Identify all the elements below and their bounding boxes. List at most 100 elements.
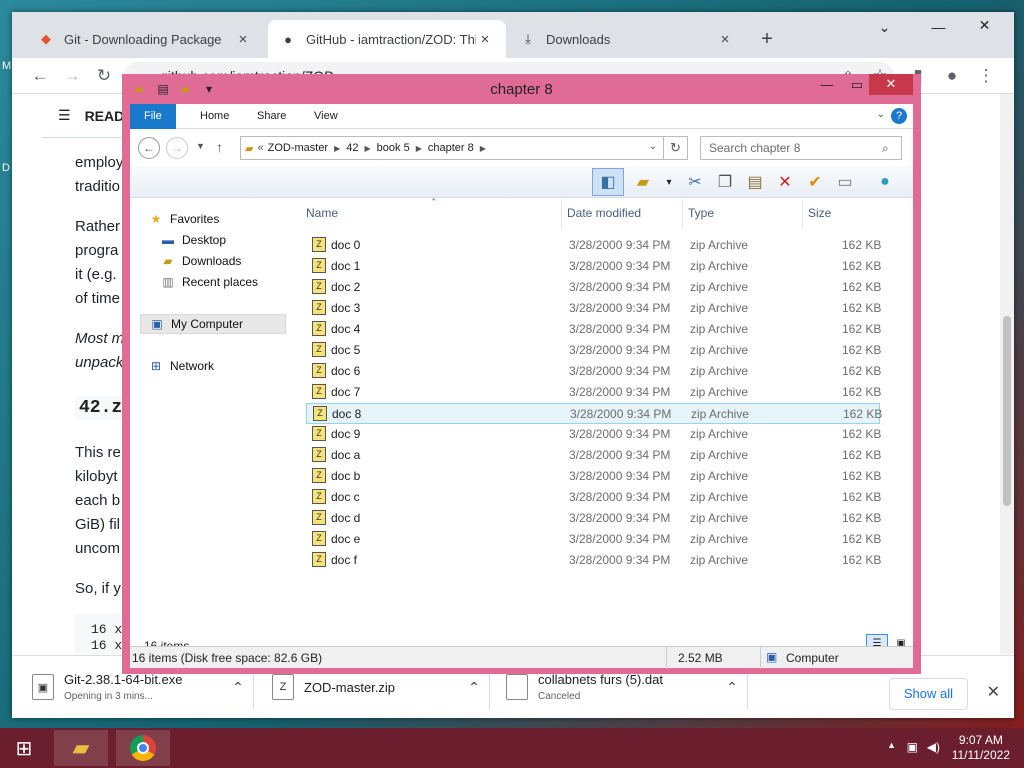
tab-home[interactable]: Home [186,104,243,129]
nav-desktop[interactable]: ▬ Desktop [160,230,226,250]
file-row[interactable]: Zdoc 5 3/28/2000 9:34 PM zip Archive 162 KB [306,340,881,361]
back-button[interactable]: ← [138,137,160,159]
tab-git-download[interactable]: ◆ Git - Downloading Package × [26,20,264,58]
preview-pane-icon[interactable]: ◧ [592,168,624,196]
reload-button[interactable]: ↻ [92,64,116,88]
overflow-icon[interactable]: « [257,142,263,154]
menu-icon[interactable]: ⋮ [974,64,998,88]
column-header-date[interactable]: Date modified [567,206,641,220]
chevron-right-icon[interactable]: ▶ [365,144,371,153]
minimize-button[interactable]: — [916,12,961,42]
file-row[interactable]: Zdoc 3 3/28/2000 9:34 PM zip Archive 162 KB [306,298,881,319]
checkmark-icon[interactable]: ✔ [802,170,828,194]
file-explorer-taskbar-button[interactable]: ▰ [54,730,108,766]
chrome-taskbar-button[interactable] [116,730,170,766]
file-row[interactable]: Zdoc 6 3/28/2000 9:34 PM zip Archive 162 KB [306,361,881,382]
column-header-type[interactable]: Type [688,206,714,220]
close-button[interactable]: ✕ [869,74,913,95]
cut-icon[interactable]: ✂ [682,170,708,194]
file-row[interactable]: Zdoc 9 3/28/2000 9:34 PM zip Archive 162 KB [306,424,881,445]
tab-file[interactable]: File [130,104,176,129]
nav-my-computer[interactable]: ▣ My Computer [140,314,286,334]
network-status-icon[interactable]: ▣ [907,740,918,754]
file-row[interactable]: Zdoc 2 3/28/2000 9:34 PM zip Archive 162 KB [306,277,881,298]
chevron-up-icon[interactable]: ⌃ [223,679,253,696]
customize-quick-access-icon[interactable]: ▾ [202,81,216,97]
column-header-name[interactable]: Name [306,206,338,220]
profile-avatar[interactable]: ● [940,64,964,88]
help-icon[interactable]: ? [891,108,907,124]
chevron-down-icon[interactable]: ⌄ [649,141,657,152]
close-icon[interactable]: × [716,31,734,48]
forward-button[interactable]: → [166,137,188,159]
tab-downloads[interactable]: ⤓ Downloads × [508,20,746,58]
maximize-button[interactable]: ▭ [842,74,872,96]
new-folder-icon[interactable]: ▰ [178,81,192,97]
forward-button[interactable]: → [60,64,84,88]
refresh-button[interactable]: ↻ [664,136,688,160]
delete-icon[interactable]: ✕ [772,170,798,194]
breadcrumb-item[interactable]: book 5 [377,142,410,154]
tab-github[interactable]: ● GitHub - iamtraction/ZOD: This i × [268,20,506,58]
file-row[interactable]: Zdoc b 3/28/2000 9:34 PM zip Archive 162 KB [306,466,881,487]
tab-view[interactable]: View [300,104,352,129]
rename-icon[interactable]: ▭ [832,170,858,194]
nav-downloads[interactable]: ▰ Downloads [160,251,241,271]
up-arrow-icon[interactable]: ↑ [216,139,223,155]
column-divider[interactable] [561,199,562,229]
file-row[interactable]: Zdoc 0 3/28/2000 9:34 PM zip Archive 162 KB [306,235,881,256]
file-row[interactable]: Zdoc 7 3/28/2000 9:34 PM zip Archive 162 KB [306,382,881,403]
nav-recent-places[interactable]: ▥ Recent places [160,272,258,292]
close-icon[interactable]: × [234,31,252,48]
chevron-up-icon[interactable]: ⌃ [459,679,489,696]
breadcrumb-item[interactable]: ZOD-master [268,142,329,154]
file-row[interactable]: Zdoc c 3/28/2000 9:34 PM zip Archive 162 KB [306,487,881,508]
tab-search-icon[interactable]: ⌄ [862,12,907,42]
close-icon[interactable]: × [476,31,494,48]
chevron-up-icon[interactable]: ⌃ [717,679,747,696]
search-icon[interactable]: ⌕ [882,141,889,156]
breadcrumb-item[interactable]: chapter 8 [428,142,474,154]
paste-icon[interactable]: ▤ [742,170,768,194]
column-header-size[interactable]: Size [808,206,831,220]
file-row[interactable]: Zdoc 8 3/28/2000 9:34 PM zip Archive 162 KB [306,403,882,424]
page-scrollbar[interactable] [1000,94,1014,654]
file-row[interactable]: Zdoc f 3/28/2000 9:34 PM zip Archive 162 KB [306,550,881,571]
tab-share[interactable]: Share [243,104,300,129]
show-all-button[interactable]: Show all [888,678,968,710]
nav-network[interactable]: ⊞ Network [148,356,214,376]
file-row[interactable]: Zdoc d 3/28/2000 9:34 PM zip Archive 162 KB [306,508,881,529]
search-input[interactable]: Search chapter 8 [700,136,902,160]
file-row[interactable]: Zdoc e 3/28/2000 9:34 PM zip Archive 162 KB [306,529,881,550]
chevron-down-icon[interactable]: ▾ [656,170,682,194]
breadcrumb-item[interactable]: 42 [346,142,358,154]
properties-icon[interactable]: ▤ [156,81,170,97]
chevron-right-icon[interactable]: ▶ [480,144,486,153]
new-tab-button[interactable]: + [752,20,782,58]
clock[interactable]: 9:07 AM 11/11/2022 [952,733,1010,763]
minimize-button[interactable]: — [812,74,842,96]
tray-overflow-icon[interactable]: ▲ [887,740,896,750]
back-button[interactable]: ← [28,64,52,88]
chevron-right-icon[interactable]: ▶ [334,144,340,153]
chevron-right-icon[interactable]: ▶ [416,144,422,153]
maximize-button[interactable]: ✕ [962,10,1007,40]
scrollbar-thumb[interactable] [1003,316,1011,506]
file-row[interactable]: Zdoc 1 3/28/2000 9:34 PM zip Archive 162 KB [306,256,881,277]
copy-icon[interactable]: ❐ [712,170,738,194]
column-divider[interactable] [802,199,803,229]
list-icon[interactable]: ☰ [58,107,71,124]
close-icon[interactable]: ✕ [987,682,1000,702]
volume-icon[interactable]: ◀) [927,740,940,754]
chevron-down-icon[interactable]: ⌄ [877,109,885,120]
column-divider[interactable] [682,199,683,229]
file-row[interactable]: Zdoc 4 3/28/2000 9:34 PM zip Archive 162 KB [306,319,881,340]
globe-icon[interactable]: ● [872,170,898,194]
nav-favorites[interactable]: ★ Favorites [148,209,220,229]
breadcrumb[interactable]: ▰ « ZOD-master ▶ 42 ▶ book 5 ▶ chapter 8 ▶ ⌄ [240,136,664,160]
recent-locations-icon[interactable]: ▼ [196,141,205,151]
windows-start-icon[interactable]: ⊞ [0,730,48,766]
folder-options-icon[interactable]: ▰ [630,170,656,194]
file-row[interactable]: Zdoc a 3/28/2000 9:34 PM zip Archive 162 KB [306,445,881,466]
paragraph-line: GiB) fil [75,516,120,533]
